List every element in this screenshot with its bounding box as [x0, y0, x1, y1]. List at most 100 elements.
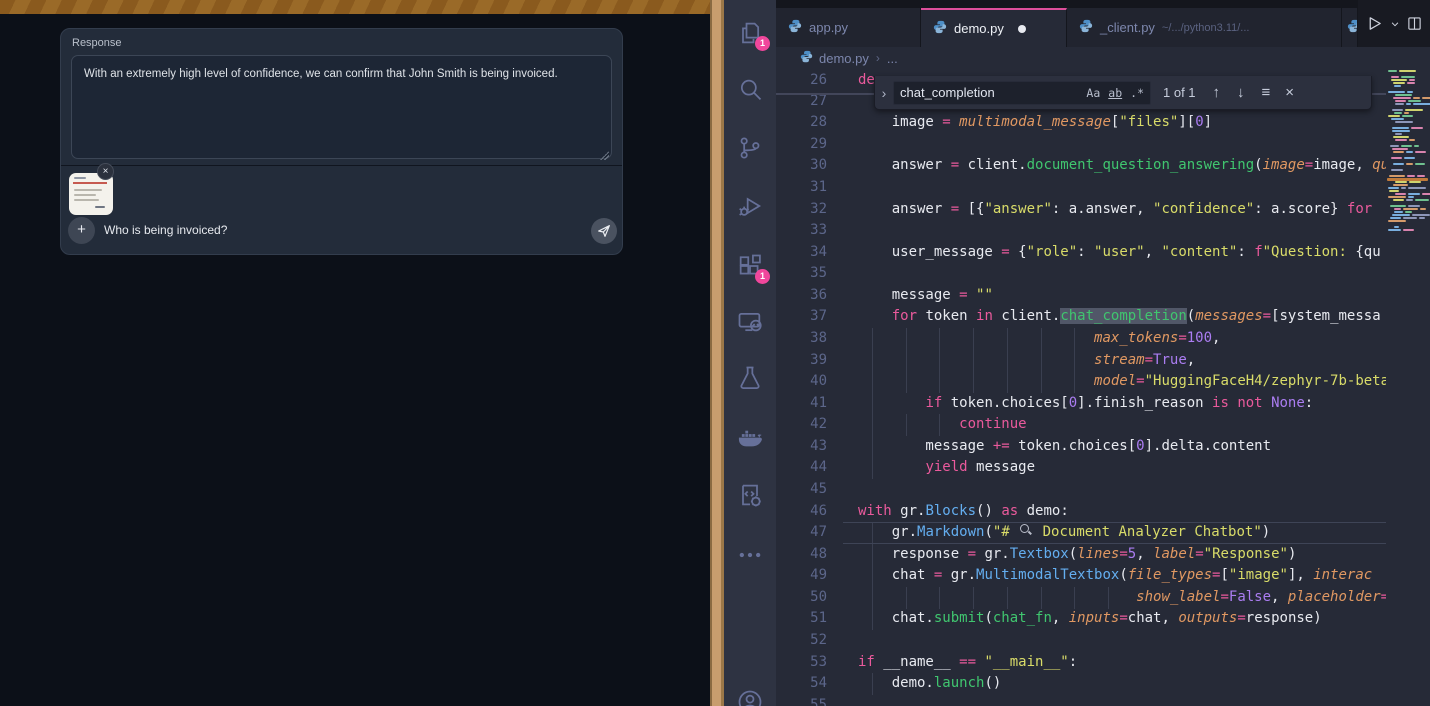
tab-client-py[interactable]: _client.py ~/.../python3.11/...	[1067, 8, 1342, 47]
python-file-icon	[800, 50, 813, 66]
next-match-button[interactable]: ↓	[1237, 84, 1245, 101]
line-number: 55	[776, 695, 827, 706]
find-in-selection-button[interactable]: ≡	[1262, 84, 1271, 101]
explorer-icon[interactable]: 1	[736, 19, 764, 47]
code-line[interactable]: 30 answer = client.document_question_ans…	[776, 155, 1386, 177]
code-line[interactable]: 29	[776, 134, 1386, 156]
code-line[interactable]: 39 stream=True,	[776, 350, 1386, 372]
tab-bar-top-strip	[776, 0, 1430, 8]
line-number: 46	[776, 501, 827, 523]
code-line[interactable]: 33	[776, 220, 1386, 242]
code-line[interactable]: 34 user_message = {"role": "user", "cont…	[776, 242, 1386, 264]
textarea-resize-handle[interactable]	[600, 151, 609, 160]
line-number: 32	[776, 199, 827, 221]
activity-bar: 1 1	[724, 0, 776, 706]
extensions-badge: 1	[755, 269, 770, 284]
response-textarea[interactable]	[71, 55, 612, 159]
response-label: Response	[72, 37, 122, 49]
regex-button[interactable]: .*	[1130, 86, 1144, 100]
code-line[interactable]: 44 yield message	[776, 457, 1386, 479]
remote-explorer-icon[interactable]	[736, 308, 764, 336]
docker-icon[interactable]	[736, 423, 764, 451]
line-number: 43	[776, 436, 827, 458]
find-query-text[interactable]: chat_completion	[900, 85, 1078, 100]
unsaved-indicator-dot[interactable]	[1018, 25, 1026, 33]
breadcrumb-file[interactable]: demo.py	[819, 51, 869, 66]
add-file-button[interactable]: +	[68, 217, 95, 244]
line-number: 51	[776, 608, 827, 630]
code-line[interactable]: 41 if token.choices[0].finish_reason is …	[776, 393, 1386, 415]
code-line[interactable]: 50 show_label=False, placeholder=	[776, 587, 1386, 609]
line-number: 38	[776, 328, 827, 350]
code-line[interactable]: 38 max_tokens=100,	[776, 328, 1386, 350]
whole-word-button[interactable]: ab	[1108, 86, 1122, 100]
find-toggle-replace-chevron[interactable]: ›	[875, 85, 893, 101]
extensions-icon[interactable]: 1	[736, 252, 764, 280]
browser-titlebar	[0, 0, 710, 14]
tab-path-description: ~/.../python3.11/...	[1162, 22, 1250, 34]
python-file-icon	[1079, 19, 1093, 36]
find-widget: › chat_completion Aa ab .* 1 of 1 ↑ ↓ ≡ …	[874, 76, 1372, 110]
code-line[interactable]: 35	[776, 263, 1386, 285]
code-line[interactable]: 28 image = multimodal_message["files"][0…	[776, 112, 1386, 134]
minimap[interactable]	[1386, 47, 1430, 706]
explorer-badge: 1	[755, 36, 770, 51]
code-line[interactable]: 47 gr.Markdown("# Document Analyzer Chat…	[776, 522, 1386, 544]
remove-attachment-button[interactable]: ×	[97, 163, 114, 180]
code-line[interactable]: 45	[776, 479, 1386, 501]
line-number: 33	[776, 220, 827, 242]
code-line[interactable]: 52	[776, 630, 1386, 652]
line-number: 35	[776, 263, 827, 285]
code-line[interactable]: 55	[776, 695, 1386, 706]
python-file-icon	[788, 19, 802, 36]
code-line[interactable]: 54 demo.launch()	[776, 673, 1386, 695]
code-line[interactable]: 53if __name__ == "__main__":	[776, 652, 1386, 674]
line-number: 30	[776, 155, 827, 177]
code-line[interactable]: 49 chat = gr.MultimodalTextbox(file_type…	[776, 565, 1386, 587]
tab-label: _client.py	[1100, 20, 1155, 35]
more-icon[interactable]	[736, 541, 764, 569]
code-line[interactable]: 32 answer = [{"answer": a.answer, "confi…	[776, 199, 1386, 221]
previous-match-button[interactable]: ↑	[1213, 84, 1221, 101]
editor-actions	[1358, 0, 1430, 47]
chat-input[interactable]: Who is being invoiced?	[104, 223, 227, 237]
breadcrumb[interactable]: demo.py › ...	[776, 47, 1430, 69]
code-line[interactable]: 48 response = gr.Textbox(lines=5, label=…	[776, 544, 1386, 566]
run-dropdown-chevron-icon[interactable]	[1390, 19, 1400, 29]
line-number: 34	[776, 242, 827, 264]
line-number: 50	[776, 587, 827, 609]
close-find-button[interactable]: ×	[1285, 84, 1294, 101]
find-input[interactable]: chat_completion Aa ab .*	[893, 81, 1151, 105]
thumbnail-red-line	[73, 182, 107, 184]
code-line[interactable]: 51 chat.submit(chat_fn, inputs=chat, out…	[776, 608, 1386, 630]
line-number: 49	[776, 565, 827, 587]
tab-label: demo.py	[954, 21, 1004, 36]
code-line[interactable]: 42 continue	[776, 414, 1386, 436]
code-line[interactable]: 43 message += token.choices[0].delta.con…	[776, 436, 1386, 458]
testing-icon[interactable]	[736, 364, 764, 392]
code-line[interactable]: 36 message = ""	[776, 285, 1386, 307]
split-editor-button[interactable]	[1407, 16, 1422, 31]
run-python-file-button[interactable]	[1366, 15, 1383, 32]
run-debug-icon[interactable]	[736, 192, 764, 220]
snippets-gear-icon[interactable]	[736, 481, 764, 509]
tab-app-py[interactable]: app.py	[776, 8, 921, 47]
send-button[interactable]	[591, 218, 617, 244]
tab-demo-py[interactable]: demo.py	[921, 8, 1067, 47]
line-number: 42	[776, 414, 827, 436]
code-line[interactable]: 37 for token in client.chat_completion(m…	[776, 306, 1386, 328]
account-icon[interactable]	[736, 688, 764, 706]
code-line[interactable]: 46with gr.Blocks() as demo:	[776, 501, 1386, 523]
code-line[interactable]: 31	[776, 177, 1386, 199]
line-number: 37	[776, 306, 827, 328]
breadcrumb-separator: ›	[876, 51, 880, 65]
vscode-window: 2728 image = multimodal_message["files"]…	[724, 0, 1430, 706]
match-case-button[interactable]: Aa	[1086, 86, 1100, 100]
breadcrumb-rest[interactable]: ...	[887, 51, 898, 66]
line-number: 45	[776, 479, 827, 501]
search-icon[interactable]	[736, 76, 764, 104]
source-control-icon[interactable]	[736, 134, 764, 162]
tab-partial[interactable]	[1342, 8, 1358, 47]
line-number: 36	[776, 285, 827, 307]
code-line[interactable]: 40 model="HuggingFaceH4/zephyr-7b-beta	[776, 371, 1386, 393]
